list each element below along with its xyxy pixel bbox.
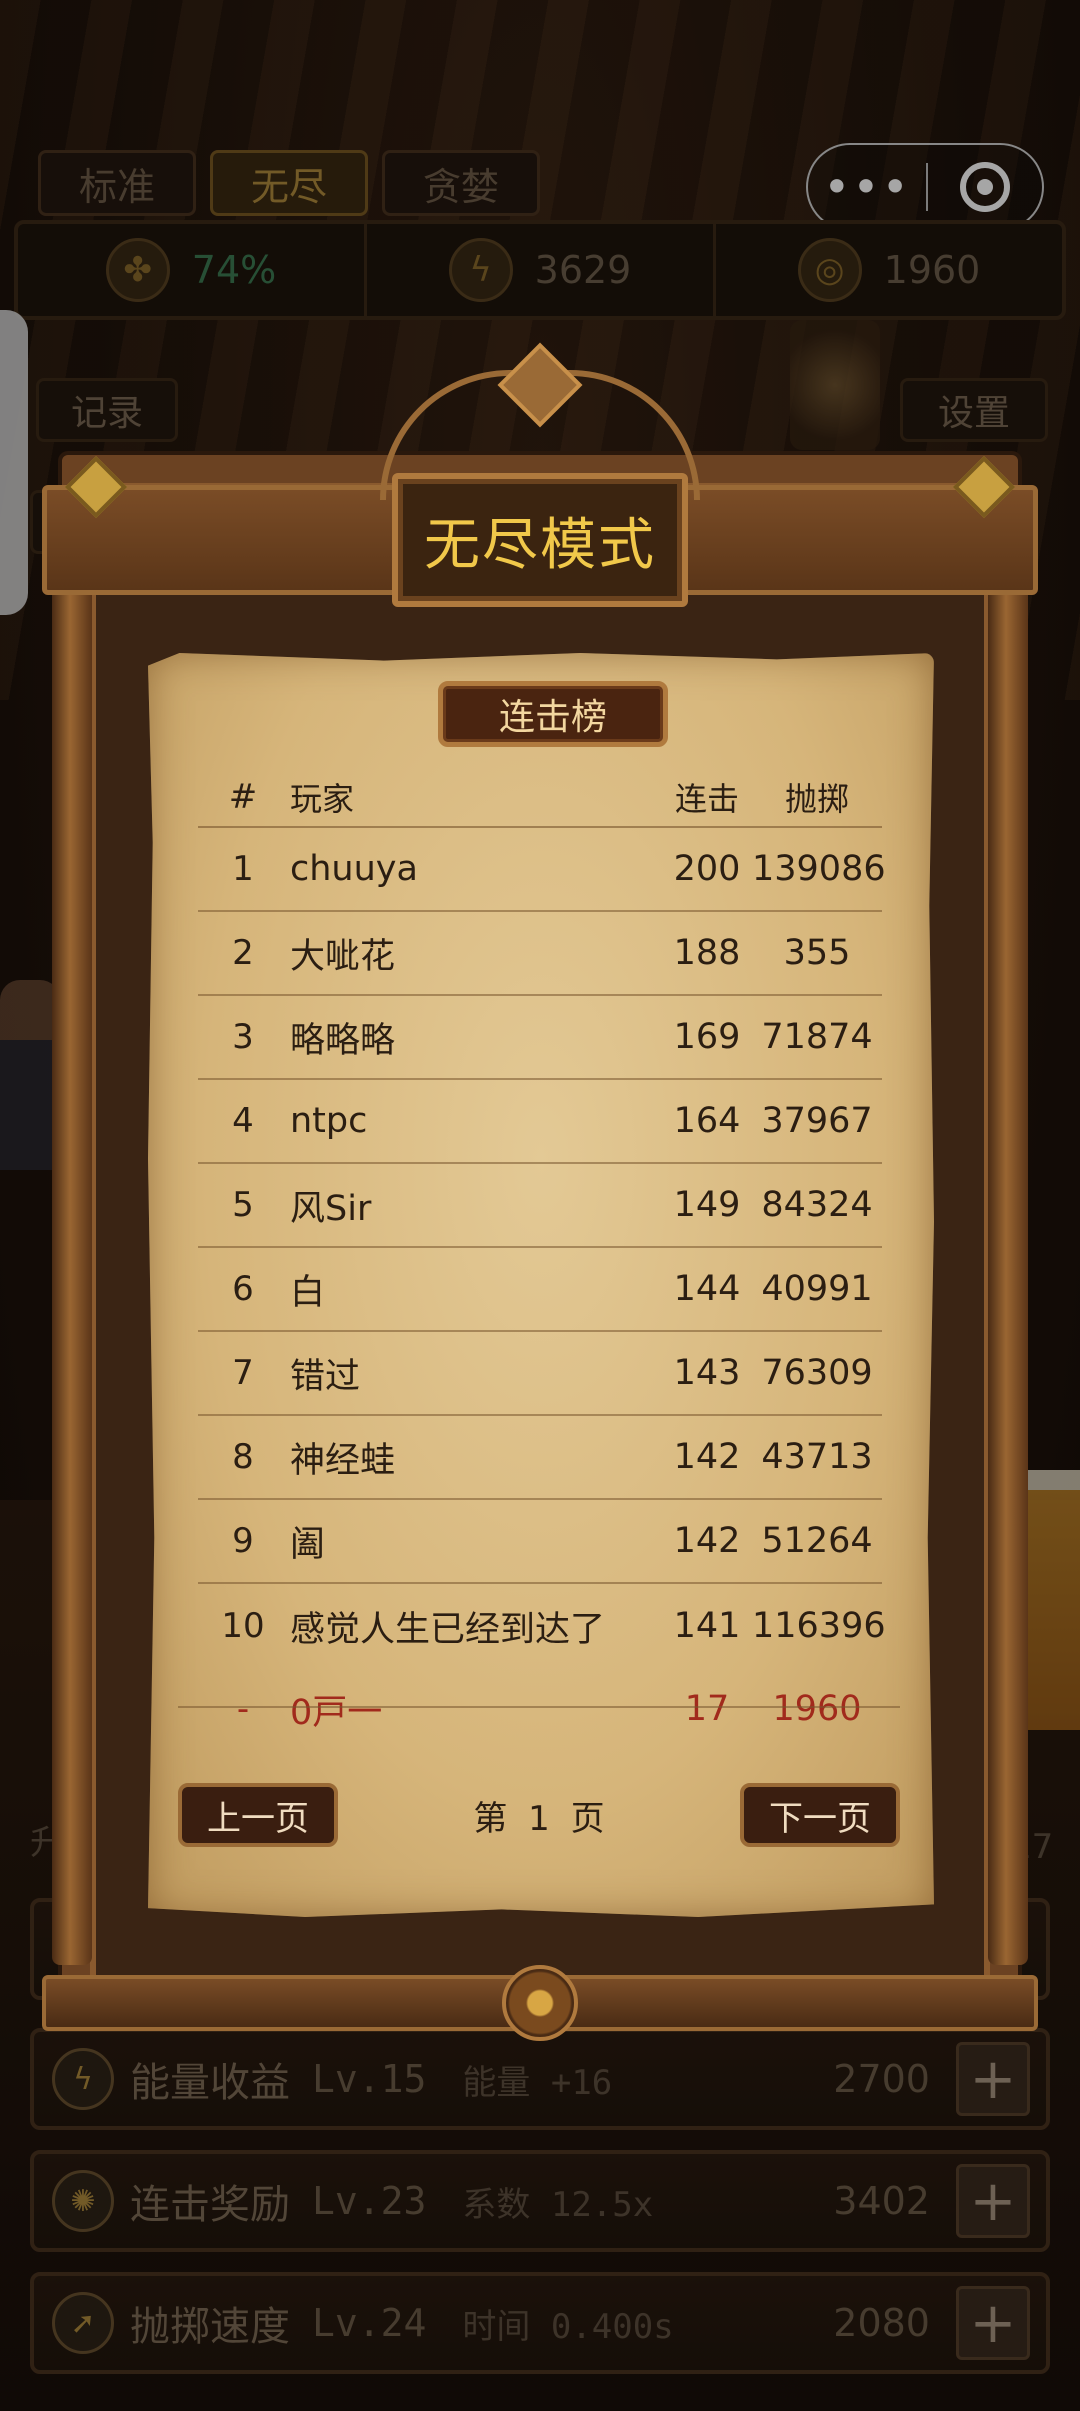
row-combo: 149 bbox=[673, 1185, 741, 1225]
row-throws: 71874 bbox=[761, 1017, 873, 1057]
header-player: 玩家 bbox=[290, 780, 355, 818]
row-combo: 143 bbox=[673, 1353, 741, 1393]
self-row: - 0戸一 17 1960 bbox=[198, 1672, 882, 1746]
self-divider bbox=[178, 1706, 900, 1708]
row-combo: 141 bbox=[673, 1606, 741, 1646]
row-throws: 139086 bbox=[752, 849, 886, 889]
row-player: 错过 bbox=[290, 1356, 361, 1397]
table-row: 10 感觉人生已经到达了 141 116396 bbox=[198, 1584, 886, 1668]
row-throws: 76309 bbox=[761, 1353, 873, 1393]
row-rank: 8 bbox=[232, 1437, 254, 1477]
row-rank: 7 bbox=[232, 1353, 254, 1393]
row-throws: 37967 bbox=[761, 1101, 873, 1141]
table-header: # 玩家 连击 抛掷 bbox=[198, 768, 882, 828]
row-rank: 9 bbox=[232, 1521, 254, 1561]
next-page-button[interactable]: 下一页 bbox=[740, 1783, 900, 1847]
self-throws: 1960 bbox=[772, 1689, 862, 1729]
row-throws: 43713 bbox=[761, 1437, 873, 1477]
row-throws: 355 bbox=[783, 933, 851, 973]
self-player: 0戸一 bbox=[290, 1692, 383, 1733]
row-rank: 1 bbox=[232, 849, 254, 889]
frame-post-right bbox=[988, 525, 1028, 1965]
row-throws: 40991 bbox=[761, 1269, 873, 1309]
parchment-panel: 连击榜 # 玩家 连击 抛掷 1 chuuya 200 139086 2 大呲花… bbox=[148, 653, 934, 1917]
row-player: 略略略 bbox=[290, 1020, 396, 1061]
row-throws: 51264 bbox=[761, 1521, 873, 1561]
table-row: 1 chuuya 200 139086 bbox=[198, 828, 886, 912]
row-rank: 2 bbox=[232, 933, 254, 973]
leaderboard-table: # 玩家 连击 抛掷 1 chuuya 200 139086 2 大呲花 188… bbox=[198, 768, 886, 1746]
self-combo: 17 bbox=[684, 1689, 730, 1729]
row-rank: 5 bbox=[232, 1185, 254, 1225]
row-player: 大呲花 bbox=[290, 936, 396, 977]
page-indicator: 第 1 页 bbox=[473, 1798, 605, 1839]
row-player: chuuya bbox=[290, 849, 418, 889]
row-player: 白 bbox=[290, 1272, 326, 1313]
row-rank: 4 bbox=[232, 1101, 254, 1141]
header-rank: # bbox=[228, 777, 258, 817]
row-player: 神经蛙 bbox=[290, 1440, 396, 1481]
table-row: 9 阖 142 51264 bbox=[198, 1500, 882, 1584]
table-row: 7 错过 143 76309 bbox=[198, 1332, 882, 1416]
header-throws: 抛掷 bbox=[784, 780, 849, 818]
row-rank: 10 bbox=[221, 1606, 265, 1646]
prev-page-button[interactable]: 上一页 bbox=[178, 1783, 338, 1847]
leaderboard-modal: 无尽模式 连击榜 # 玩家 连击 抛掷 1 chuuya 200 139086 … bbox=[42, 342, 1038, 2041]
row-player: ntpc bbox=[290, 1101, 368, 1141]
table-row: 8 神经蛙 142 43713 bbox=[198, 1416, 882, 1500]
row-rank: 6 bbox=[232, 1269, 254, 1309]
table-row: 6 白 144 40991 bbox=[198, 1248, 882, 1332]
table-row: 5 风Sir 149 84324 bbox=[198, 1164, 882, 1248]
table-row: 3 略略略 169 71874 bbox=[198, 996, 882, 1080]
frame-post-left bbox=[52, 525, 92, 1965]
self-rank: - bbox=[236, 1689, 250, 1729]
header-combo: 连击 bbox=[674, 780, 739, 818]
pagination: 上一页 第 1 页 下一页 bbox=[178, 1783, 900, 1847]
board-title: 连击榜 bbox=[438, 681, 668, 747]
bottom-gem-icon bbox=[502, 1965, 578, 2041]
row-throws: 84324 bbox=[761, 1185, 873, 1225]
row-combo: 142 bbox=[673, 1437, 741, 1477]
row-combo: 200 bbox=[673, 849, 741, 889]
table-row: 4 ntpc 164 37967 bbox=[198, 1080, 882, 1164]
row-player: 阖 bbox=[290, 1524, 326, 1565]
row-throws: 116396 bbox=[752, 1606, 886, 1646]
row-player: 感觉人生已经到达了 bbox=[290, 1609, 606, 1650]
row-combo: 144 bbox=[673, 1269, 741, 1309]
modal-title: 无尽模式 bbox=[392, 473, 688, 607]
row-combo: 164 bbox=[673, 1101, 741, 1141]
row-player: 风Sir bbox=[290, 1188, 372, 1229]
row-combo: 169 bbox=[673, 1017, 741, 1057]
row-combo: 142 bbox=[673, 1521, 741, 1561]
row-combo: 188 bbox=[673, 933, 741, 973]
table-row: 2 大呲花 188 355 bbox=[198, 912, 882, 996]
row-rank: 3 bbox=[232, 1017, 254, 1057]
